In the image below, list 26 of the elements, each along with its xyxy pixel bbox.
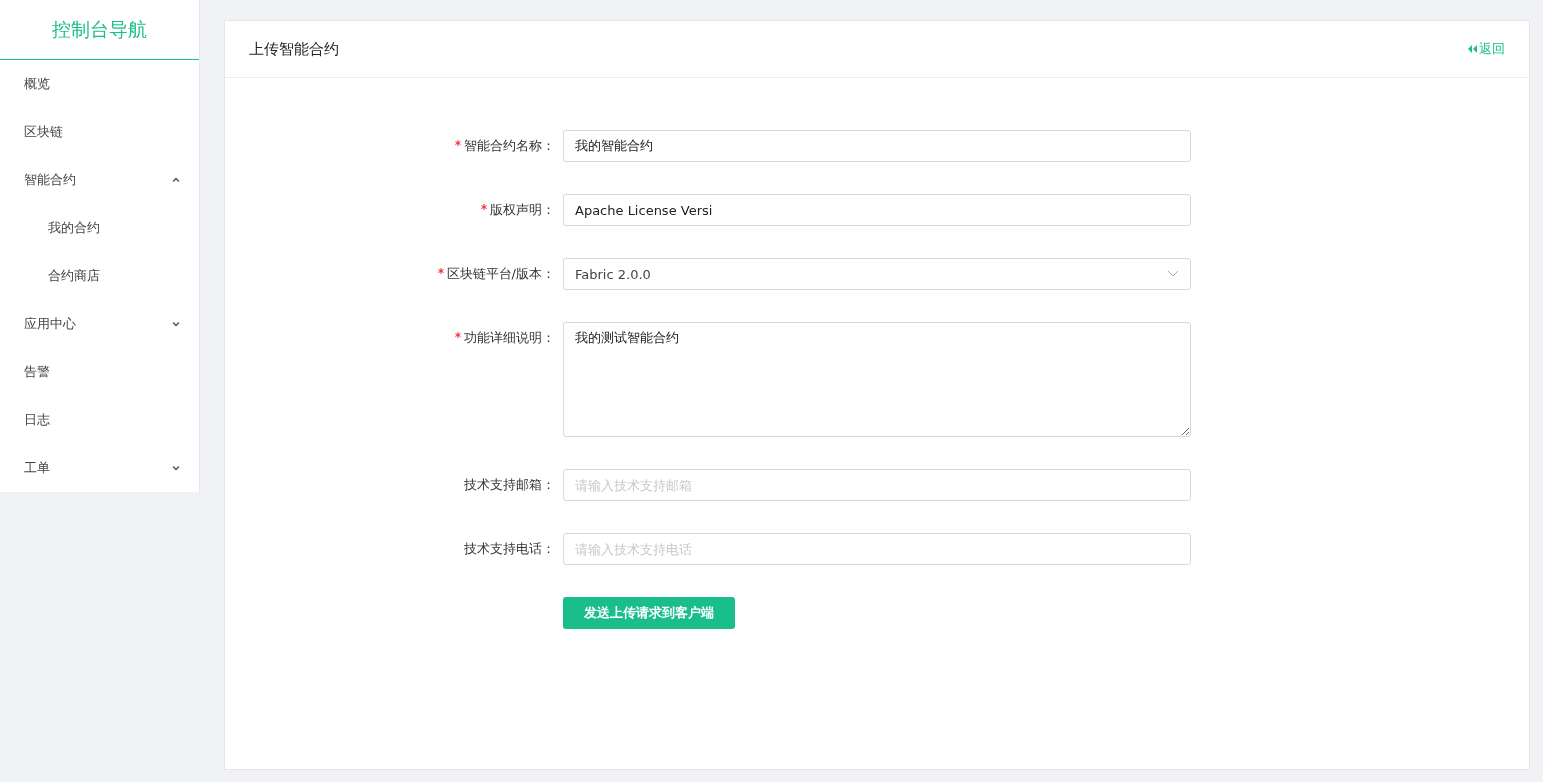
input-field[interactable]: 我的智能合约 <box>563 130 1191 162</box>
card-title: 上传智能合约 <box>249 39 339 59</box>
sidebar-title: 控制台导航 <box>0 0 199 60</box>
nav-item[interactable]: 工单 <box>0 444 199 492</box>
nav-item[interactable]: 智能合约 <box>0 156 199 204</box>
chevron-down-icon <box>1167 270 1179 278</box>
select-field[interactable]: Fabric 2.0.0 <box>563 258 1191 290</box>
chevron-up-icon <box>171 175 181 185</box>
nav-item[interactable]: 告警 <box>0 348 199 396</box>
field-label-text: 智能合约名称： <box>464 137 555 155</box>
nav-item[interactable]: 应用中心 <box>0 300 199 348</box>
nav-item[interactable]: 概览 <box>0 60 199 108</box>
nav-item[interactable]: 合约商店 <box>0 252 199 300</box>
field-label-text: 功能详细说明： <box>464 329 555 347</box>
nav-item[interactable]: 我的合约 <box>0 204 199 252</box>
chevron-down-icon <box>171 463 181 473</box>
chevron-down-icon <box>171 319 181 329</box>
nav-item[interactable]: 日志 <box>0 396 199 444</box>
field-label-text: 区块链平台/版本： <box>446 265 555 283</box>
textarea-field[interactable]: 我的测试智能合约 <box>563 322 1191 437</box>
rewind-icon <box>1468 45 1477 53</box>
field-label-text: 版权声明： <box>490 201 555 219</box>
nav-item[interactable]: 区块链 <box>0 108 199 156</box>
input-field[interactable]: Apache License Versi <box>563 194 1191 226</box>
field-label-text: 技术支持电话： <box>464 540 555 558</box>
field-label-text: 技术支持邮箱： <box>464 476 555 494</box>
